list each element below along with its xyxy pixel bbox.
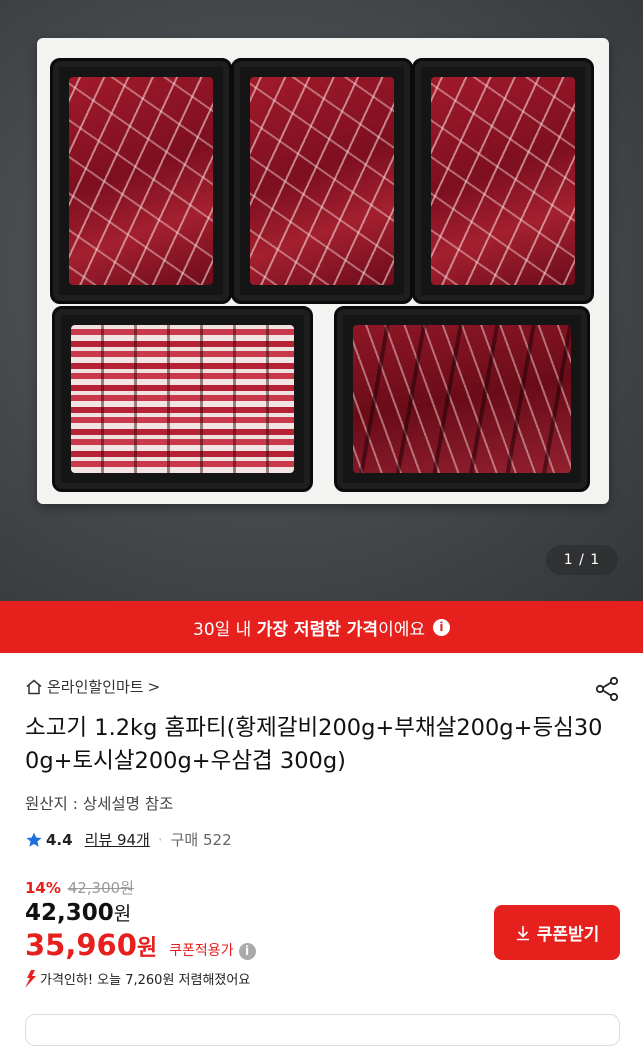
home-icon [26,679,42,694]
tray-compartment [412,58,594,304]
next-section-card [25,1014,620,1046]
tray-compartment [231,58,413,304]
sale-price-amount: 42,300 [25,900,114,926]
down-arrow-icon [25,969,36,988]
purchase-count: 구매 522 [170,831,232,849]
coupon-price-unit: 원 [136,936,158,961]
image-counter: 1 / 1 [546,545,618,575]
banner-text-post: 이에요 [378,619,425,640]
coupon-button-label: 쿠폰받기 [536,925,600,944]
chevron-right-icon: > [147,677,161,696]
tray-compartment [52,306,313,492]
coupon-download-button[interactable]: 쿠폰받기 [494,905,620,960]
coupon-price-amount: 35,960 [25,928,137,962]
download-icon [516,925,529,940]
product-image[interactable]: 1 / 1 [0,0,643,601]
info-icon[interactable]: i [432,618,450,636]
price-drop-notice: 가격인하! 오늘 7,260원 저렴해졌어요 [24,969,250,988]
original-price: 42,300원 [67,879,134,897]
banner-text-bold: 가장 저렴한 가격 [256,619,379,640]
star-icon [26,832,42,847]
sale-price-unit: 원 [113,903,132,925]
coupon-price-label: 쿠폰적용가 [169,943,234,959]
info-icon[interactable]: i [238,942,256,960]
meat-tray [37,38,609,504]
rating-score: 4.4 [46,830,73,849]
tray-compartment [50,58,232,304]
price-drop-text: 가격인하! 오늘 7,260원 저렴해졌어요 [40,973,251,988]
banner-text-pre: 30일 내 [193,619,257,640]
separator: · [157,830,163,849]
tray-compartment [334,306,590,492]
sale-price: 42,300원 [25,899,131,926]
share-icon[interactable] [594,676,620,702]
store-name: 온라인할인마트 [47,678,144,696]
review-link[interactable]: 리뷰 94개 [85,829,150,850]
coupon-price-row: 35,960 원 쿠폰적용가 i [25,928,256,962]
store-link[interactable]: 온라인할인마트 > [25,676,160,697]
product-title: 소고기 1.2kg 홈파티(황제갈비200g+부채살200g+등심300g+토시… [25,715,603,774]
discount-row: 14% 42,300원 [25,877,134,898]
discount-percent: 14% [25,879,61,897]
origin-info: 원산지 : 상세설명 참조 [25,795,174,813]
rating-row: 4.4 리뷰 94개 · 구매 522 [25,829,232,850]
lowest-price-banner[interactable]: 30일 내 가장 저렴한 가격 이에요 i [0,601,643,653]
